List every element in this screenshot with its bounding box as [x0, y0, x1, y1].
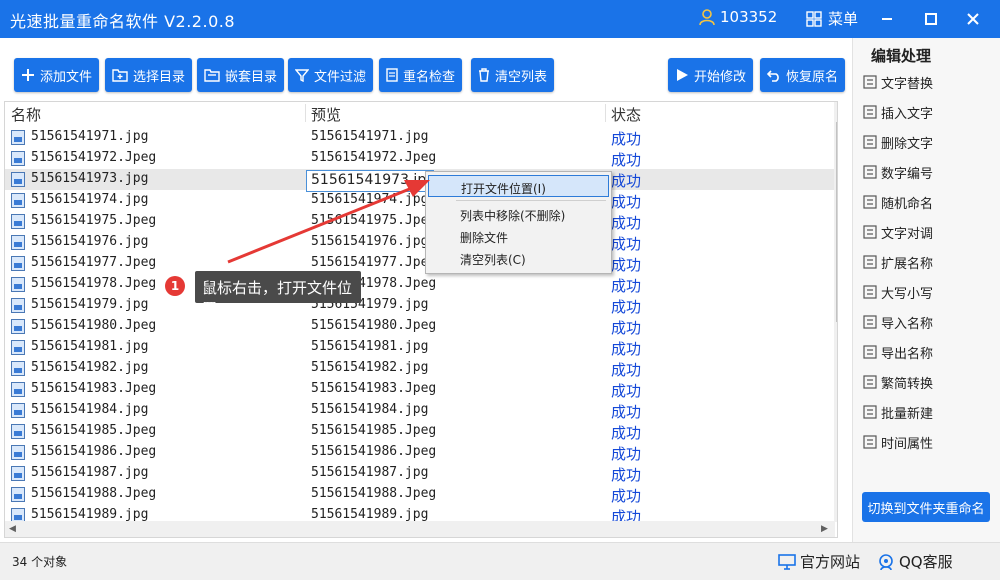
edit-panel-item[interactable]: 删除文字 [863, 129, 933, 155]
edit-panel-item-label: 批量新建 [881, 406, 934, 422]
convert-icon [863, 375, 877, 389]
edit-panel-item-label: 大写小写 [881, 286, 934, 302]
tip-callout: 鼠标右击，打开文件位置 [195, 271, 361, 318]
edit-panel: 编辑处理 文字替换插入文字删除文字数字编号随机命名文字对调扩展名称大写小写导入名… [852, 38, 1000, 542]
clock-icon [863, 435, 877, 449]
edit-panel-item[interactable]: 大写小写 [863, 279, 933, 305]
replace-icon [863, 75, 877, 89]
edit-panel-item-label: 删除文字 [881, 136, 934, 152]
edit-panel-item-label: 繁简转换 [881, 376, 934, 392]
official-site-link[interactable]: 官方网站 [778, 551, 860, 572]
monitor-icon [778, 553, 796, 570]
edit-panel-item-label: 数字编号 [881, 166, 934, 182]
edit-panel-item[interactable]: 导出名称 [863, 339, 933, 365]
edit-panel-item-label: 导出名称 [881, 346, 934, 362]
edit-panel-item-label: 文字对调 [881, 226, 934, 242]
step-badge: 1 [165, 276, 185, 296]
numbering-icon [863, 165, 877, 179]
shuffle-icon [863, 195, 877, 209]
edit-panel-item-label: 文字替换 [881, 76, 934, 92]
edit-panel-item[interactable]: 导入名称 [863, 309, 933, 335]
edit-panel-item[interactable]: 随机命名 [863, 189, 933, 215]
edit-panel-item[interactable]: 文字替换 [863, 69, 933, 95]
edit-panel-item-label: 扩展名称 [881, 256, 934, 272]
export-icon [863, 345, 877, 359]
qq-service-link[interactable]: QQ客服 [877, 551, 953, 572]
extension-icon [863, 255, 877, 269]
case-icon [863, 285, 877, 299]
edit-panel-item[interactable]: 文字对调 [863, 219, 933, 245]
edit-panel-item-label: 随机命名 [881, 196, 934, 212]
edit-panel-item[interactable]: 扩展名称 [863, 249, 933, 275]
edit-panel-item-label: 插入文字 [881, 106, 934, 122]
status-bar: 34 个对象 官方网站 QQ客服 [0, 542, 1000, 580]
insert-icon [863, 105, 877, 119]
swap-icon [863, 225, 877, 239]
batch-new-icon [863, 405, 877, 419]
edit-panel-item-label: 时间属性 [881, 436, 934, 452]
edit-panel-item[interactable]: 插入文字 [863, 99, 933, 125]
switch-folder-rename-button[interactable]: 切换到文件夹重命名 [862, 492, 990, 522]
edit-panel-item[interactable]: 繁简转换 [863, 369, 933, 395]
edit-panel-item[interactable]: 数字编号 [863, 159, 933, 185]
delete-text-icon [863, 135, 877, 149]
import-icon [863, 315, 877, 329]
edit-panel-title: 编辑处理 [871, 47, 932, 65]
edit-panel-item[interactable]: 批量新建 [863, 399, 933, 425]
support-icon [879, 553, 893, 570]
edit-panel-item-label: 导入名称 [881, 316, 934, 332]
object-count: 34 个对象 [12, 555, 68, 569]
edit-panel-item[interactable]: 时间属性 [863, 429, 933, 455]
annotation-arrow [227, 180, 430, 264]
